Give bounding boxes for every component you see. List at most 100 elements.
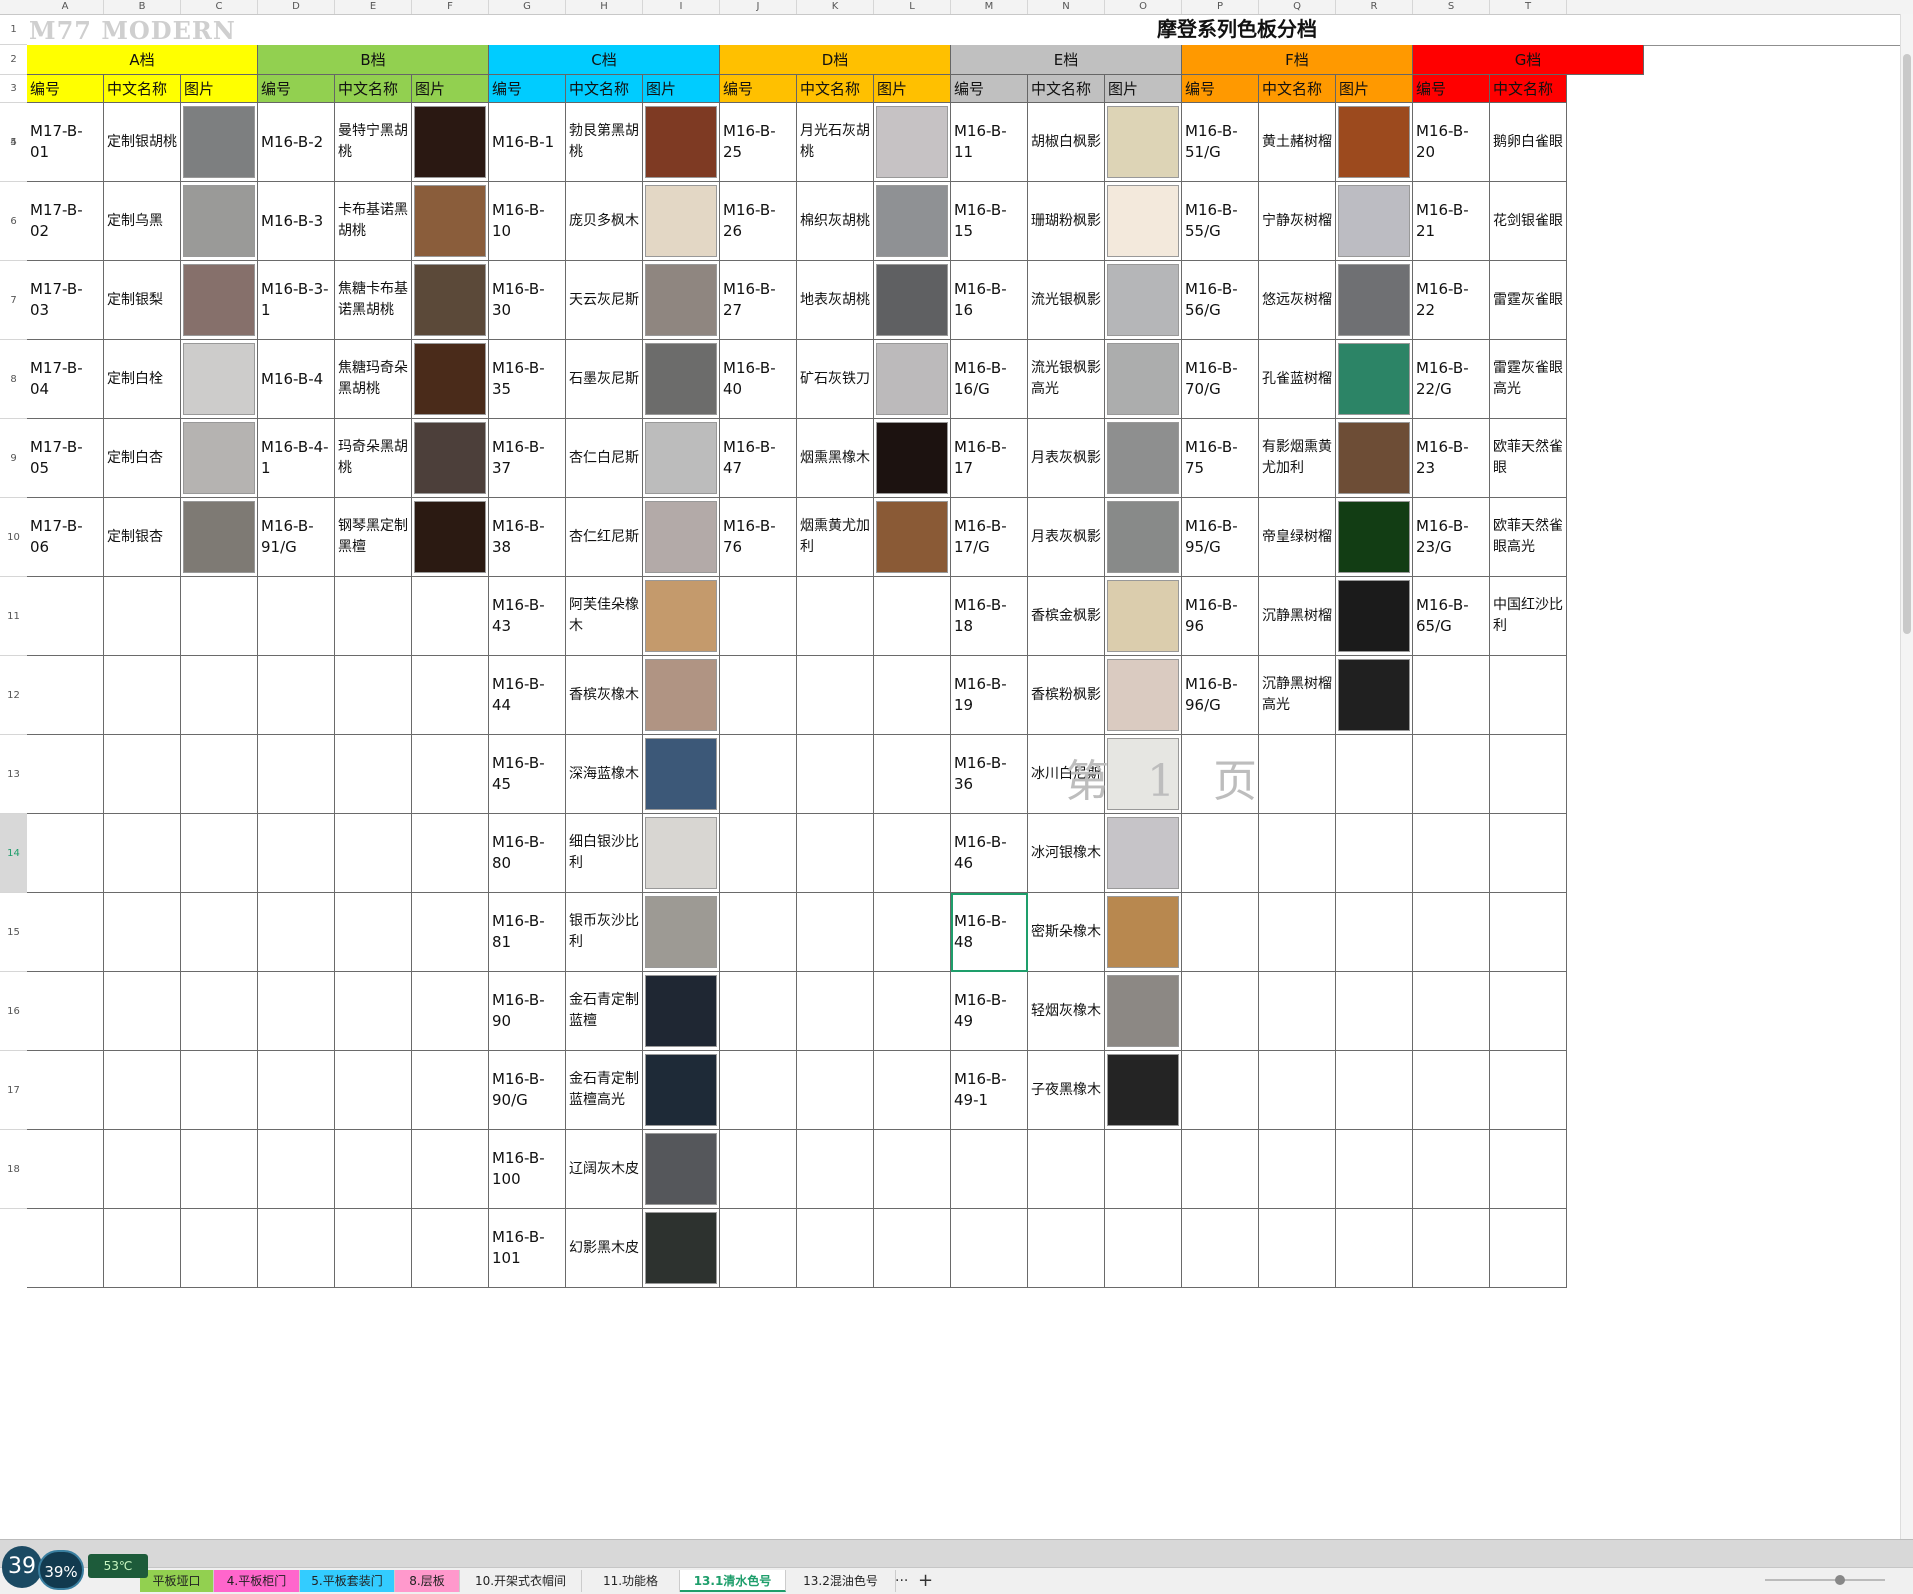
item-name[interactable]: 雷霆灰雀眼: [1490, 261, 1567, 340]
cell[interactable]: [412, 1051, 489, 1130]
col-header-C[interactable]: C: [181, 0, 258, 14]
item-code[interactable]: M16-B-1: [489, 103, 566, 182]
cell[interactable]: [1490, 1209, 1567, 1288]
cell[interactable]: [181, 1209, 258, 1288]
cell[interactable]: [797, 814, 874, 893]
swatch-cell[interactable]: [1105, 972, 1182, 1051]
row-header-18[interactable]: 18: [0, 1130, 27, 1209]
tier-header-4[interactable]: E档: [951, 45, 1182, 75]
swatch-cell[interactable]: [874, 261, 951, 340]
item-name[interactable]: 石墨灰尼斯: [566, 340, 643, 419]
cell[interactable]: [181, 814, 258, 893]
sub-header-pic[interactable]: 图片: [412, 75, 489, 103]
item-name[interactable]: 烟熏黄尤加利: [797, 498, 874, 577]
sub-header-name[interactable]: 中文名称: [1490, 75, 1567, 103]
cell[interactable]: [874, 814, 951, 893]
swatch-cell[interactable]: [1105, 261, 1182, 340]
item-code[interactable]: M16-B-51/G: [1182, 103, 1259, 182]
swatch-cell[interactable]: [1105, 498, 1182, 577]
item-name[interactable]: 有影烟熏黄尤加利: [1259, 419, 1336, 498]
cell[interactable]: [1182, 1130, 1259, 1209]
item-name[interactable]: 帝皇绿树榴: [1259, 498, 1336, 577]
item-name[interactable]: 胡椒白枫影: [1028, 103, 1105, 182]
item-name[interactable]: 定制银胡桃: [104, 103, 181, 182]
sub-header-code[interactable]: 编号: [489, 75, 566, 103]
swatch-cell[interactable]: [1336, 419, 1413, 498]
item-name[interactable]: 定制白杏: [104, 419, 181, 498]
item-name[interactable]: 庞贝多枫木: [566, 182, 643, 261]
col-header-M[interactable]: M: [951, 0, 1028, 14]
cell[interactable]: [1182, 972, 1259, 1051]
cell[interactable]: [335, 1130, 412, 1209]
cell[interactable]: [104, 972, 181, 1051]
cell[interactable]: [27, 814, 104, 893]
item-name[interactable]: 月表灰枫影: [1028, 498, 1105, 577]
item-name[interactable]: 烟熏黑橡木: [797, 419, 874, 498]
cell[interactable]: [335, 893, 412, 972]
item-name[interactable]: 香槟粉枫影: [1028, 656, 1105, 735]
sub-header-name[interactable]: 中文名称: [1028, 75, 1105, 103]
item-name[interactable]: 欧菲天然雀眼: [1490, 419, 1567, 498]
cell[interactable]: [1336, 1209, 1413, 1288]
col-header-B[interactable]: B: [104, 0, 181, 14]
cell[interactable]: [104, 735, 181, 814]
swatch-cell[interactable]: [643, 1209, 720, 1288]
cell[interactable]: [1028, 1130, 1105, 1209]
row-header-1[interactable]: 1: [0, 14, 27, 45]
cell[interactable]: [797, 1209, 874, 1288]
item-code[interactable]: M16-B-4-1: [258, 419, 335, 498]
row-header-11[interactable]: 11: [0, 577, 27, 656]
row-header-16[interactable]: 16: [0, 972, 27, 1051]
sub-header-name[interactable]: 中文名称: [335, 75, 412, 103]
swatch-cell[interactable]: [643, 419, 720, 498]
cell[interactable]: [1490, 1130, 1567, 1209]
item-name[interactable]: 玛奇朵黑胡桃: [335, 419, 412, 498]
item-code[interactable]: M16-B-95/G: [1182, 498, 1259, 577]
cell[interactable]: [1336, 1051, 1413, 1130]
cell[interactable]: [104, 577, 181, 656]
cell[interactable]: [1336, 1130, 1413, 1209]
col-header-Q[interactable]: Q: [1259, 0, 1336, 14]
cell[interactable]: [258, 656, 335, 735]
cell[interactable]: [412, 814, 489, 893]
cell[interactable]: [874, 972, 951, 1051]
cell[interactable]: [258, 735, 335, 814]
cell[interactable]: [797, 1130, 874, 1209]
item-code[interactable]: M16-B-11: [951, 103, 1028, 182]
cell[interactable]: [181, 1051, 258, 1130]
item-code[interactable]: M16-B-75: [1182, 419, 1259, 498]
vertical-scrollbar[interactable]: [1900, 14, 1913, 1539]
cell[interactable]: [1413, 972, 1490, 1051]
sub-header-pic[interactable]: 图片: [1336, 75, 1413, 103]
cell[interactable]: [1413, 1051, 1490, 1130]
item-name[interactable]: 花剑银雀眼: [1490, 182, 1567, 261]
cell[interactable]: [874, 656, 951, 735]
cell[interactable]: [27, 1130, 104, 1209]
sub-header-code[interactable]: 编号: [720, 75, 797, 103]
col-header-N[interactable]: N: [1028, 0, 1105, 14]
sheet-tab-3[interactable]: 8.层板: [395, 1570, 460, 1592]
item-name[interactable]: 月表灰枫影: [1028, 419, 1105, 498]
cell[interactable]: [1105, 1130, 1182, 1209]
item-code[interactable]: M17-B-06: [27, 498, 104, 577]
cell[interactable]: [104, 893, 181, 972]
cell[interactable]: [181, 577, 258, 656]
cell[interactable]: [1259, 1130, 1336, 1209]
item-code[interactable]: M16-B-23/G: [1413, 498, 1490, 577]
cell[interactable]: [335, 1051, 412, 1130]
item-code[interactable]: M16-B-81: [489, 893, 566, 972]
cell[interactable]: [1490, 893, 1567, 972]
item-code[interactable]: M16-B-101: [489, 1209, 566, 1288]
cell[interactable]: [181, 656, 258, 735]
item-code[interactable]: M16-B-47: [720, 419, 797, 498]
sub-header-pic[interactable]: 图片: [1105, 75, 1182, 103]
item-code[interactable]: M16-B-10: [489, 182, 566, 261]
cell[interactable]: [1413, 1209, 1490, 1288]
cell[interactable]: [1413, 893, 1490, 972]
item-code[interactable]: M16-B-15: [951, 182, 1028, 261]
tier-header-6[interactable]: G档: [1413, 45, 1644, 75]
item-name[interactable]: 勃艮第黑胡桃: [566, 103, 643, 182]
cell[interactable]: [1182, 1209, 1259, 1288]
swatch-cell[interactable]: [1336, 182, 1413, 261]
col-header-J[interactable]: J: [720, 0, 797, 14]
